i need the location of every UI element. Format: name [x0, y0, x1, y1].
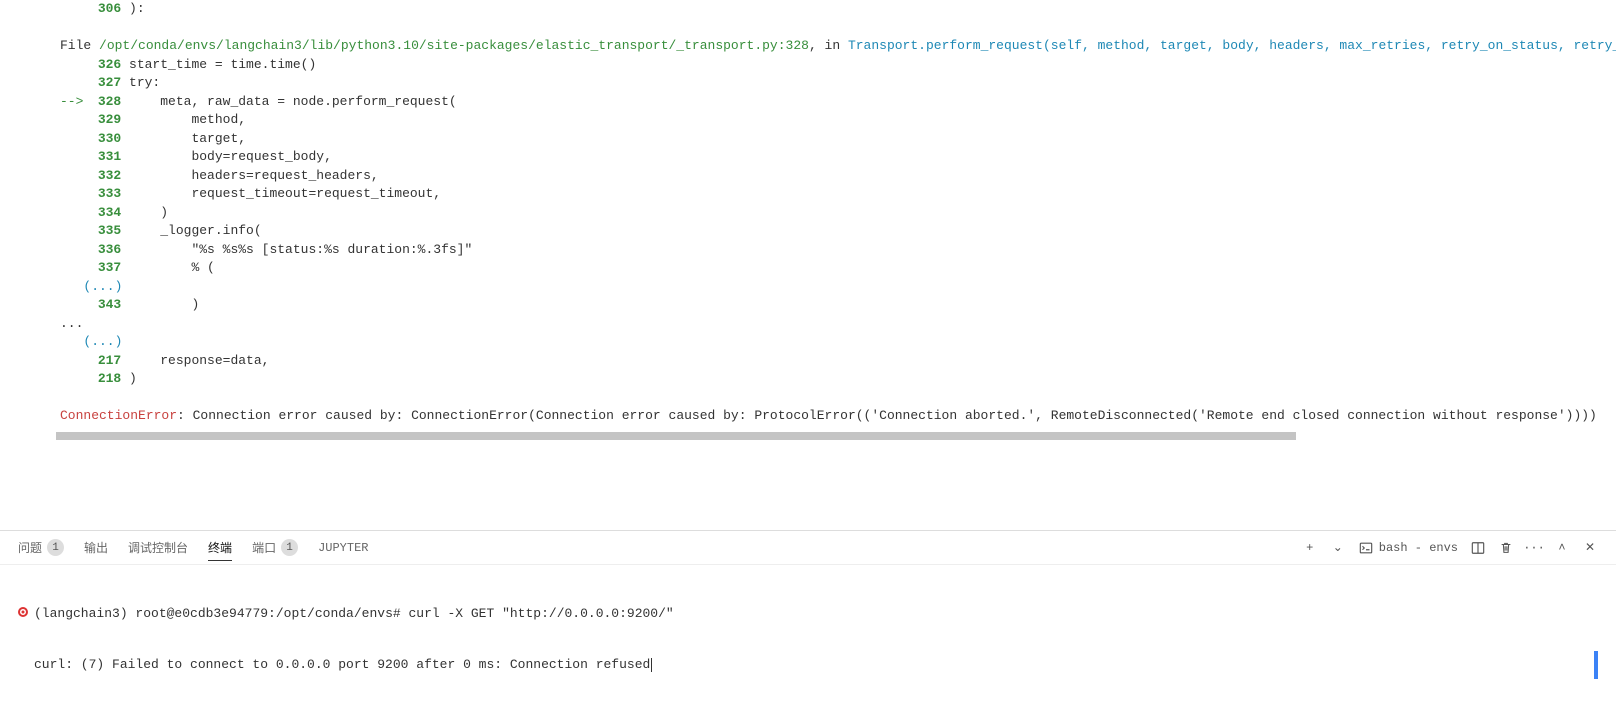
terminal-body[interactable]: (langchain3) root@e0cdb3e94779:/opt/cond…	[0, 565, 1616, 713]
new-terminal-icon[interactable]: +	[1302, 540, 1318, 556]
terminal-icon	[1358, 540, 1374, 556]
shell-label: bash - envs	[1379, 541, 1458, 555]
chevron-up-icon[interactable]: ˄	[1554, 540, 1570, 556]
more-icon[interactable]: ···	[1526, 540, 1542, 556]
code-text: 306 ): File /opt/conda/envs/langchain3/l…	[0, 0, 1616, 426]
tab-jupyter[interactable]: JUPYTER	[318, 541, 368, 555]
shell-indicator[interactable]: bash - envs	[1358, 540, 1458, 556]
terminal-line-2: curl: (7) Failed to connect to 0.0.0.0 p…	[18, 656, 1598, 673]
tab-problems[interactable]: 问题 1	[18, 539, 64, 556]
tab-output[interactable]: 输出	[84, 539, 108, 556]
problems-count-badge: 1	[47, 539, 64, 556]
editor-traceback-output[interactable]: 306 ): File /opt/conda/envs/langchain3/l…	[0, 0, 1616, 520]
panel-toolbar: + ⌄ bash - envs ··· ˄ ✕	[1302, 540, 1598, 556]
tab-ports-label: 端口	[252, 539, 276, 556]
chevron-down-icon[interactable]: ⌄	[1330, 540, 1346, 556]
tab-ports[interactable]: 端口 1	[252, 539, 298, 556]
tab-debug-console[interactable]: 调试控制台	[128, 539, 188, 556]
error-dot-icon	[18, 607, 28, 617]
ports-count-badge: 1	[281, 539, 298, 556]
split-terminal-icon[interactable]	[1470, 540, 1486, 556]
terminal-line-1: (langchain3) root@e0cdb3e94779:/opt/cond…	[18, 605, 1598, 622]
scroll-notch-icon	[1594, 651, 1598, 679]
panel-tab-bar: 问题 1 输出 调试控制台 终端 端口 1 JUPYTER + ⌄ bash -…	[0, 531, 1616, 565]
close-panel-icon[interactable]: ✕	[1582, 540, 1598, 556]
trash-icon[interactable]	[1498, 540, 1514, 556]
terminal-cursor	[651, 658, 652, 672]
tab-terminal[interactable]: 终端	[208, 539, 232, 561]
bottom-panel: 问题 1 输出 调试控制台 终端 端口 1 JUPYTER + ⌄ bash -…	[0, 530, 1616, 624]
horizontal-scrollbar[interactable]	[56, 432, 1296, 440]
tab-problems-label: 问题	[18, 539, 42, 556]
